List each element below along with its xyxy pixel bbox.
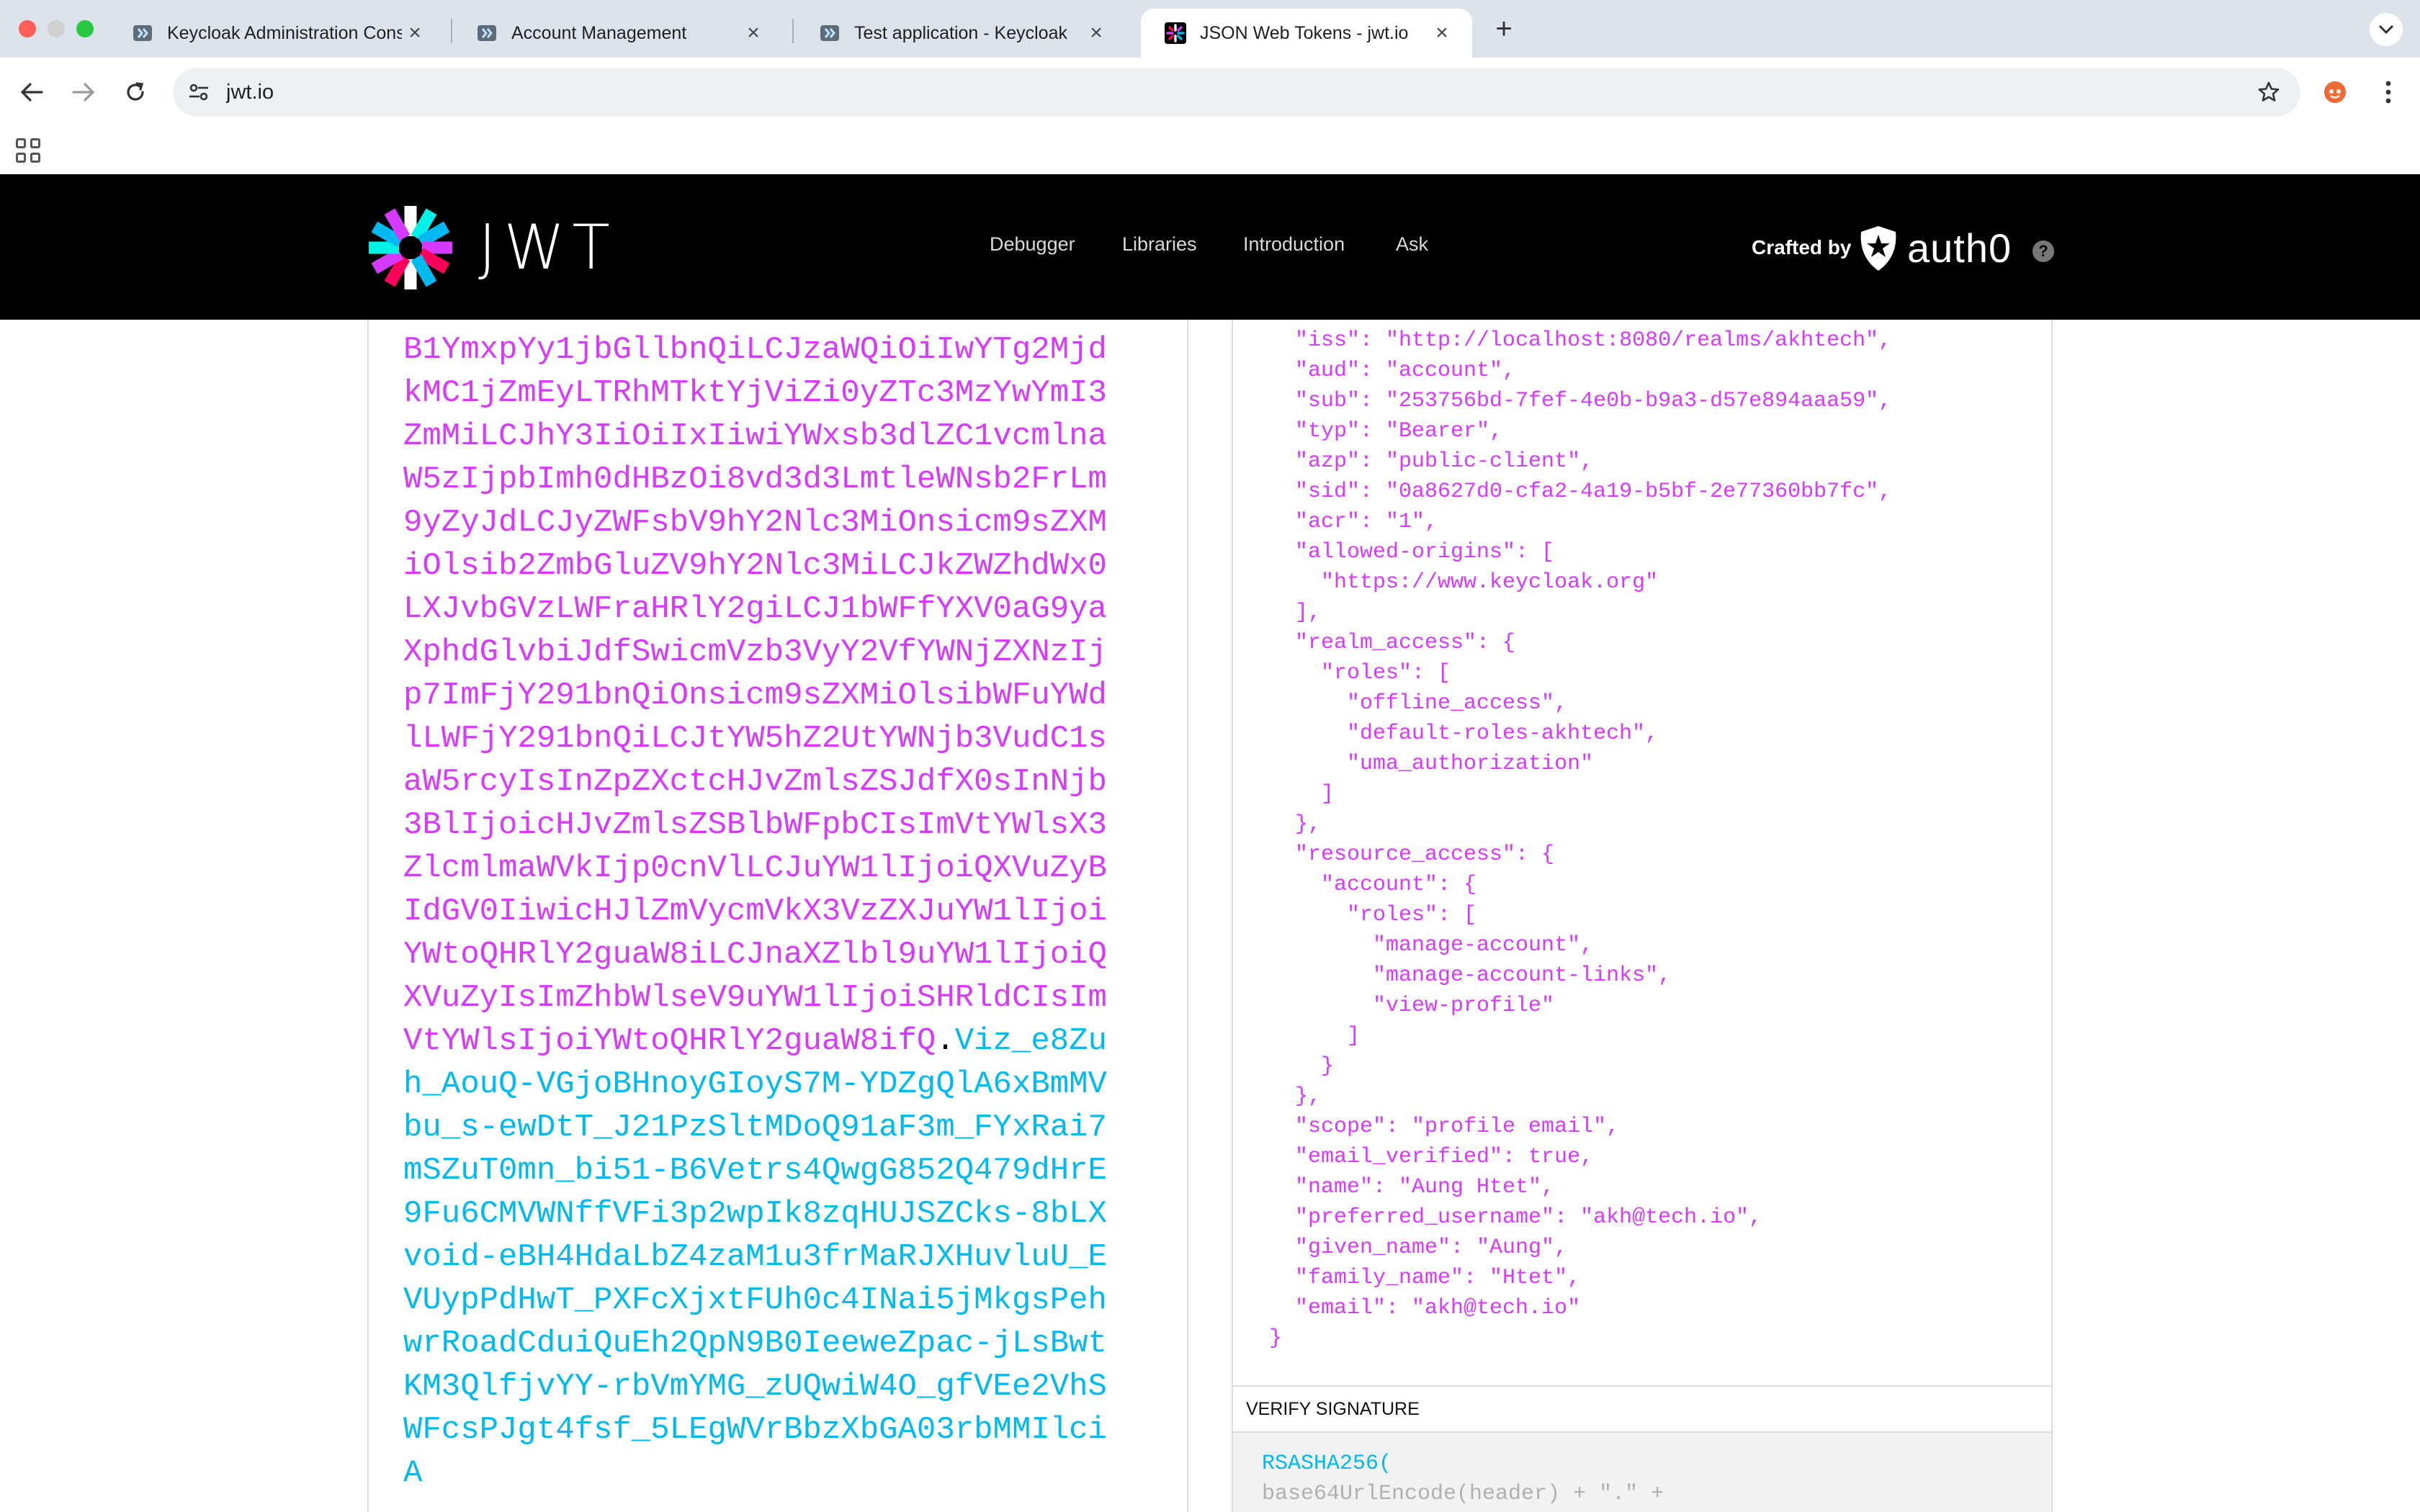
close-tab-icon[interactable]: ×	[740, 20, 766, 46]
browser-tab-strip: Keycloak Administration Console × Accoun…	[0, 0, 2420, 58]
verify-header-line: base64UrlEncode(header) + "." +	[1262, 1482, 1664, 1506]
keycloak-favicon-icon	[475, 22, 498, 45]
token-payload-part: B1YmxpYy1jbGllbnQiLCJzaWQiOiIwYTg2MjdkMC…	[403, 332, 1107, 1059]
payload-line: "email_verified": true,	[1269, 1145, 1594, 1169]
close-tab-icon[interactable]: ×	[402, 20, 428, 46]
browser-menu-icon[interactable]	[2374, 76, 2403, 108]
browser-toolbar	[0, 58, 2420, 127]
payload-line: "iss": "http://localhost:8080/realms/akh…	[1269, 328, 1892, 353]
payload-line: "sid": "0a8627d0-cfa2-4a19-b5bf-2e77360b…	[1269, 480, 1892, 504]
nav-introduction[interactable]: Introduction	[1243, 233, 1345, 256]
payload-line: "view-profile"	[1269, 994, 1555, 1018]
payload-line: "scope": "profile email",	[1269, 1115, 1620, 1139]
payload-line: "name": "Aung Htet",	[1269, 1175, 1555, 1200]
tab-title: Keycloak Administration Console	[167, 22, 402, 43]
auth0-shield-icon	[1860, 226, 1896, 271]
payload-line: "uma_authorization"	[1269, 752, 1594, 776]
nav-ask[interactable]: Ask	[1396, 233, 1428, 256]
payload-line: "aud": "account",	[1269, 359, 1516, 383]
verify-signature-body: RSASHA256( base64UrlEncode(header) + "."…	[1233, 1433, 2051, 1512]
window-close-button[interactable]	[19, 20, 36, 37]
site-settings-icon[interactable]	[184, 78, 213, 107]
encoded-token-textarea[interactable]: B1YmxpYy1jbGllbnQiLCJzaWQiOiIwYTg2MjdkMC…	[403, 328, 1124, 1495]
jwt-logo[interactable]: JWT	[366, 203, 617, 292]
keycloak-favicon-icon	[131, 22, 154, 45]
token-signature-part: Viz_e8Zuh_AouQ-VGjoBHnoyGIoyS7M-YDZgQlA6…	[403, 1023, 1107, 1491]
browser-tab-jwt-io[interactable]: JSON Web Tokens - jwt.io ×	[1141, 9, 1472, 58]
crafted-by-label: Crafted by	[1752, 236, 1852, 258]
new-tab-icon[interactable]: +	[1488, 13, 1520, 45]
help-icon[interactable]: ?	[2033, 240, 2054, 262]
payload-line: "resource_access": {	[1269, 842, 1555, 867]
close-tab-icon[interactable]: ×	[1083, 20, 1109, 46]
keycloak-favicon-icon	[818, 22, 841, 45]
apps-grid-icon[interactable]	[16, 138, 40, 163]
payload-line: "default-roles-akhtech",	[1269, 721, 1659, 746]
browser-tab-test-application[interactable]: Test application - Keycloak ×	[795, 9, 1126, 58]
browser-tab-account-management[interactable]: Account Management ×	[452, 9, 784, 58]
auth0-logo[interactable]: auth0	[1858, 225, 2012, 272]
jwt-favicon-icon	[1164, 22, 1187, 45]
payload-line: "acr": "1",	[1269, 510, 1438, 534]
window-maximize-button[interactable]	[76, 20, 94, 37]
payload-line: "preferred_username": "akh@tech.io",	[1269, 1205, 1762, 1230]
jwt-wordmark: JWT	[478, 212, 617, 284]
payload-line: "azp": "public-client",	[1269, 449, 1594, 474]
bookmark-star-icon[interactable]	[2254, 78, 2283, 107]
payload-line: "typ": "Bearer",	[1269, 419, 1503, 444]
payload-line: "manage-account-links",	[1269, 963, 1672, 988]
payload-line: "offline_access",	[1269, 691, 1568, 716]
reload-icon[interactable]	[117, 73, 154, 111]
address-bar[interactable]	[173, 68, 2300, 117]
bookmarks-bar	[0, 127, 2420, 174]
back-arrow-icon[interactable]	[13, 73, 50, 111]
url-input[interactable]	[226, 75, 2171, 109]
nav-debugger[interactable]: Debugger	[990, 233, 1075, 256]
payload-line: ],	[1269, 600, 1322, 625]
payload-line: "roles": [	[1269, 661, 1451, 685]
tab-divider	[792, 19, 794, 43]
decoded-panel: "iss": "http://localhost:8080/realms/akh…	[1232, 320, 2053, 1512]
jwt-starburst-icon	[369, 206, 452, 289]
payload-line: },	[1269, 1084, 1322, 1109]
decoded-payload-json[interactable]: "iss": "http://localhost:8080/realms/akh…	[1269, 325, 1891, 1354]
payload-line: "https://www.keycloak.org"	[1269, 570, 1659, 595]
close-tab-icon[interactable]: ×	[1429, 20, 1455, 46]
window-minimize-button[interactable]	[48, 20, 65, 37]
payload-line: },	[1269, 812, 1322, 837]
extension-icon[interactable]	[2321, 78, 2349, 107]
payload-line: "allowed-origins": [	[1269, 540, 1555, 564]
payload-line: "given_name": "Aung",	[1269, 1236, 1568, 1260]
payload-line: "realm_access": {	[1269, 631, 1516, 655]
payload-line: "sub": "253756bd-7fef-4e0b-b9a3-d57e894a…	[1269, 389, 1892, 413]
payload-line: ]	[1269, 1024, 1361, 1048]
tab-title: JSON Web Tokens - jwt.io	[1200, 22, 1409, 43]
payload-line: "email": "akh@tech.io"	[1269, 1296, 1581, 1320]
payload-line: ]	[1269, 782, 1335, 806]
payload-line: "manage-account",	[1269, 933, 1594, 958]
tab-title: Account Management	[511, 22, 687, 43]
encoded-panel: B1YmxpYy1jbGllbnQiLCJzaWQiOiIwYTg2MjdkMC…	[367, 320, 1188, 1512]
payload-line: "family_name": "Htet",	[1269, 1266, 1581, 1290]
browser-tab-keycloak-admin[interactable]: Keycloak Administration Console ×	[108, 9, 445, 58]
verify-signature-header: VERIFY SIGNATURE	[1233, 1385, 2051, 1433]
payload-line: "roles": [	[1269, 903, 1477, 927]
site-header: JWT Debugger Libraries Introduction Ask …	[0, 174, 2420, 320]
forward-arrow-icon[interactable]	[65, 73, 102, 111]
tab-title: Test application - Keycloak	[854, 22, 1067, 43]
payload-line: }	[1269, 1054, 1335, 1079]
verify-algorithm: RSASHA256(	[1262, 1452, 1392, 1476]
tab-search-chevron-icon[interactable]	[2370, 13, 2403, 46]
auth0-wordmark: auth0	[1907, 225, 2012, 271]
payload-line: }	[1269, 1326, 1283, 1351]
payload-line: "account": {	[1269, 873, 1477, 897]
token-dot-separator: .	[936, 1023, 955, 1059]
nav-libraries[interactable]: Libraries	[1122, 233, 1197, 256]
